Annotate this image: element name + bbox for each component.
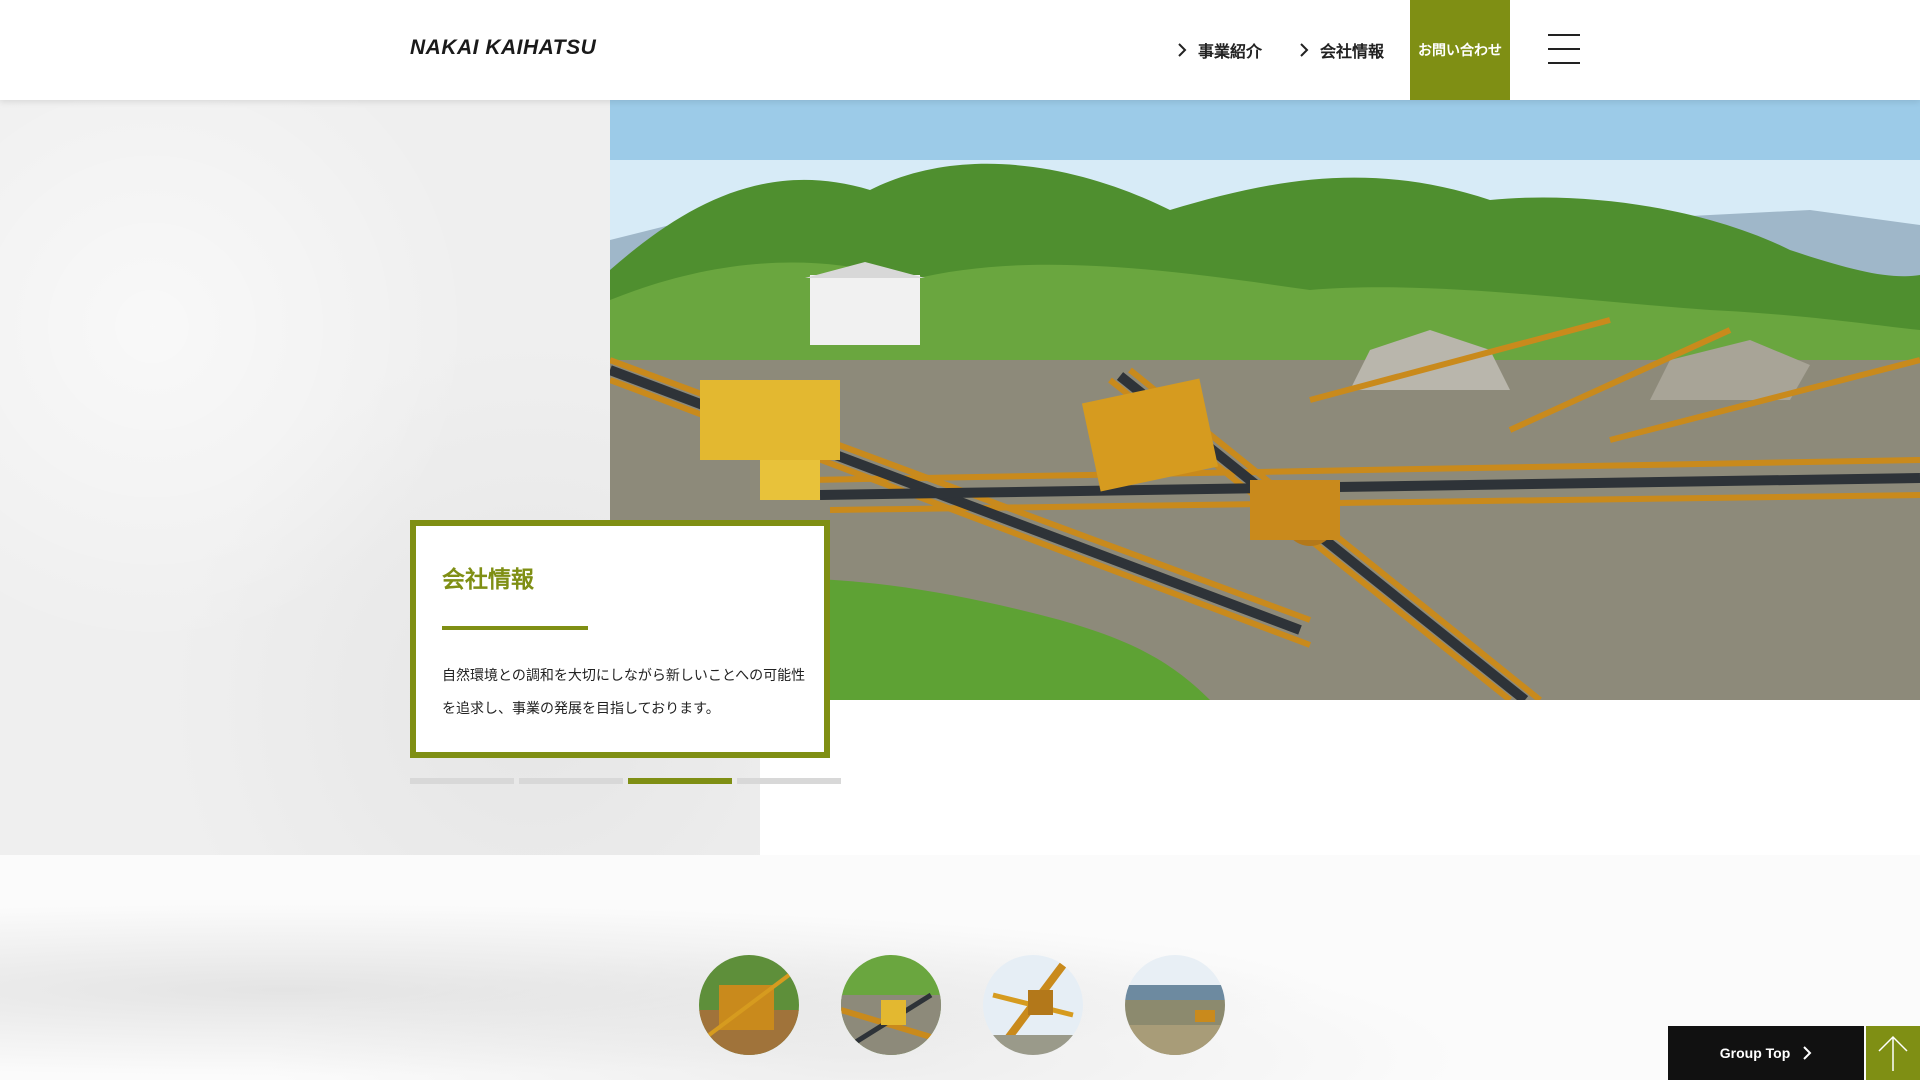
nav-business-label: 事業紹介 [1198,42,1263,61]
thumbnail-3[interactable] [983,955,1083,1055]
slide-indicator-3[interactable] [628,778,732,784]
nav-company-label: 会社情報 [1320,42,1385,61]
hero-description: 自然環境との調和を大切にしながら新しいことへの可能性を追求し、事業の発展を目指し… [442,668,806,717]
chevron-right-icon [1178,43,1187,57]
hero-title: 会社情報 [442,567,534,593]
slide-indicator-1[interactable] [410,778,514,784]
slider-indicators [410,778,841,784]
thumbnail-2[interactable] [841,955,941,1055]
title-underline [442,626,588,630]
arrow-up-icon [1878,1035,1908,1071]
hero-caption-card: 会社情報 自然環境との調和を大切にしながら新しいことへの可能性を追求し、事業の発… [410,520,830,758]
thumbnail-4[interactable] [1125,955,1225,1055]
site-header: NAKAI KAIHATSU 事業紹介 会社情報 お問い合わせ [0,0,1920,100]
chevron-right-icon [1803,1046,1812,1060]
group-top-button[interactable]: Group Top [1668,1026,1864,1080]
contact-button[interactable]: お問い合わせ [1410,0,1510,100]
nav-company[interactable]: 会社情報 [1298,38,1384,62]
slide-indicator-4[interactable] [737,778,841,784]
group-top-label: Group Top [1719,1045,1791,1061]
thumbnail-list [699,955,1225,1055]
slide-indicator-2[interactable] [519,778,623,784]
chevron-right-icon [1300,43,1309,57]
back-to-top-button[interactable] [1866,1026,1920,1080]
site-logo[interactable]: NAKAI KAIHATSU [410,36,596,60]
thumbnail-1[interactable] [699,955,799,1055]
hamburger-menu-icon[interactable] [1548,34,1580,64]
nav-business[interactable]: 事業紹介 [1176,38,1262,62]
